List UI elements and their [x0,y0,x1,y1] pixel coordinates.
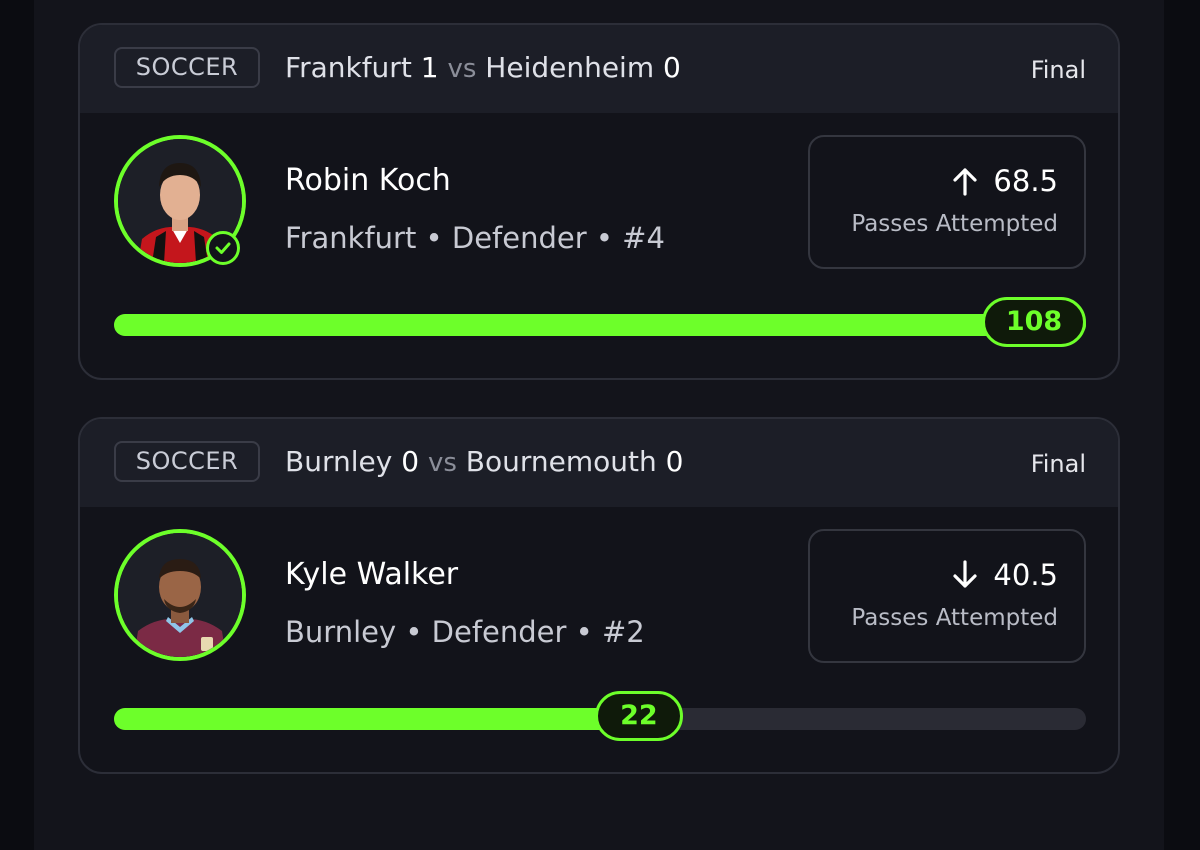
player-name: Kyle Walker [285,557,459,592]
stat-label: Passes Attempted [851,211,1058,237]
pick-card[interactable]: SOCCER Burnley 0 vs Bournemouth 0 Final … [78,417,1120,774]
check-circle-icon [206,231,240,265]
card-header: SOCCER Burnley 0 vs Bournemouth 0 Final [80,419,1118,507]
game-status: Final [1030,56,1086,84]
team-b: Bournemouth [465,445,657,478]
game-status: Final [1030,450,1086,478]
team-a: Burnley [285,445,393,478]
player-name: Robin Koch [285,163,451,198]
stat-label: Passes Attempted [851,605,1058,631]
line-value: 40.5 [993,558,1058,592]
score-b: 0 [665,445,684,478]
vs-label: vs [427,448,457,478]
arrow-up-icon [951,166,979,196]
card-header: SOCCER Frankfurt 1 vs Heidenheim 0 Final [80,25,1118,113]
matchup: Frankfurt 1 vs Heidenheim 0 [285,51,681,86]
progress-track: 108 [114,297,1086,347]
player-meta: Frankfurt • Defender • #4 [285,221,665,255]
line-value: 68.5 [993,164,1058,198]
progress-track: 22 [114,691,1086,741]
vs-label: vs [447,54,477,84]
line-box: 68.5 Passes Attempted [808,135,1086,269]
result-bubble: 108 [982,297,1086,347]
player-avatar [114,529,246,661]
pick-card[interactable]: SOCCER Frankfurt 1 vs Heidenheim 0 Final… [78,23,1120,380]
player-photo [118,533,242,657]
line-value-row: 40.5 [951,557,1058,593]
line-value-row: 68.5 [951,163,1058,199]
score-a: 0 [401,445,420,478]
progress-fill [114,314,1086,336]
arrow-down-icon [951,560,979,590]
player-meta: Burnley • Defender • #2 [285,615,645,649]
team-a: Frankfurt [285,51,412,84]
line-box: 40.5 Passes Attempted [808,529,1086,663]
sport-tag: SOCCER [114,441,260,482]
result-bubble: 22 [594,691,683,741]
score-b: 0 [663,51,681,84]
team-b: Heidenheim [485,51,655,84]
score-a: 1 [420,51,439,84]
progress-fill [114,708,639,730]
sport-tag: SOCCER [114,47,260,88]
matchup: Burnley 0 vs Bournemouth 0 [285,445,683,480]
